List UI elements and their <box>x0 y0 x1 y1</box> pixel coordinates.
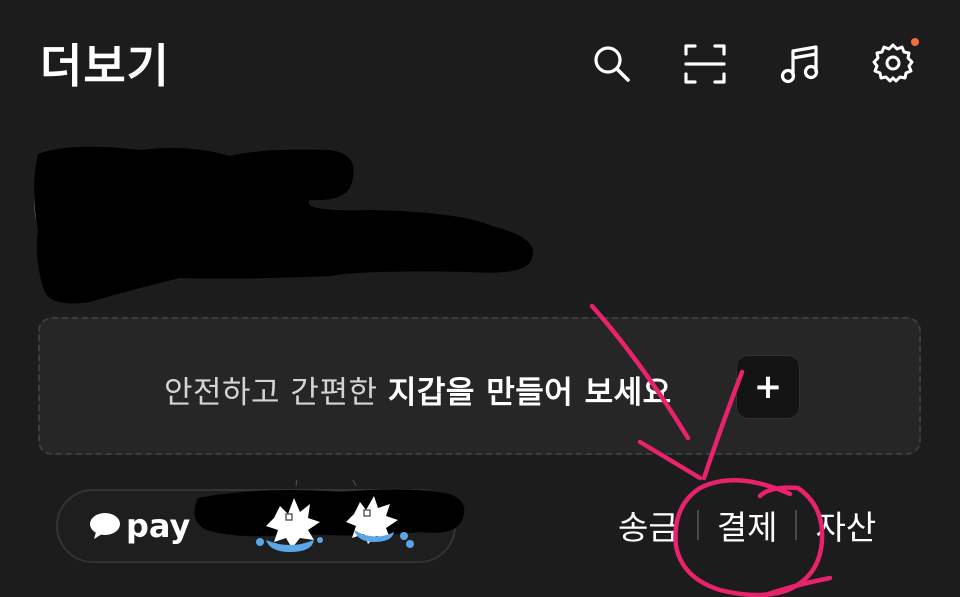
search-icon <box>594 46 630 82</box>
settings-button[interactable] <box>865 36 921 92</box>
transfer-tab[interactable]: 송금 <box>600 501 697 549</box>
settings-icon <box>872 43 914 83</box>
pay-menu: 송금 결제 자산 <box>600 500 894 550</box>
scan-icon <box>684 44 726 84</box>
redacted-profile <box>34 146 534 304</box>
music-icon <box>780 45 819 84</box>
more-screen: 더보기 안전하고 간편한 지갑을 만들어 보세요 + pay 송금 결제 자산 <box>0 0 960 597</box>
add-wallet-button[interactable]: + <box>736 355 800 419</box>
wallet-banner[interactable]: 안전하고 간편한 지갑을 만들어 보세요 + <box>38 317 921 455</box>
assets-tab[interactable]: 자산 <box>797 501 894 549</box>
scan-button[interactable] <box>677 36 733 92</box>
speech-bubble-icon <box>90 513 120 539</box>
notification-dot <box>911 38 919 46</box>
wallet-prompt: 안전하고 간편한 지갑을 만들어 보세요 <box>164 375 672 411</box>
annotation-tail <box>757 575 833 597</box>
payment-tab[interactable]: 결제 <box>699 501 796 549</box>
redacted-balance <box>194 480 465 552</box>
pay-logo: pay <box>88 507 190 545</box>
music-button[interactable] <box>772 36 828 92</box>
page-title: 더보기 <box>40 39 170 93</box>
search-button[interactable] <box>584 36 640 92</box>
